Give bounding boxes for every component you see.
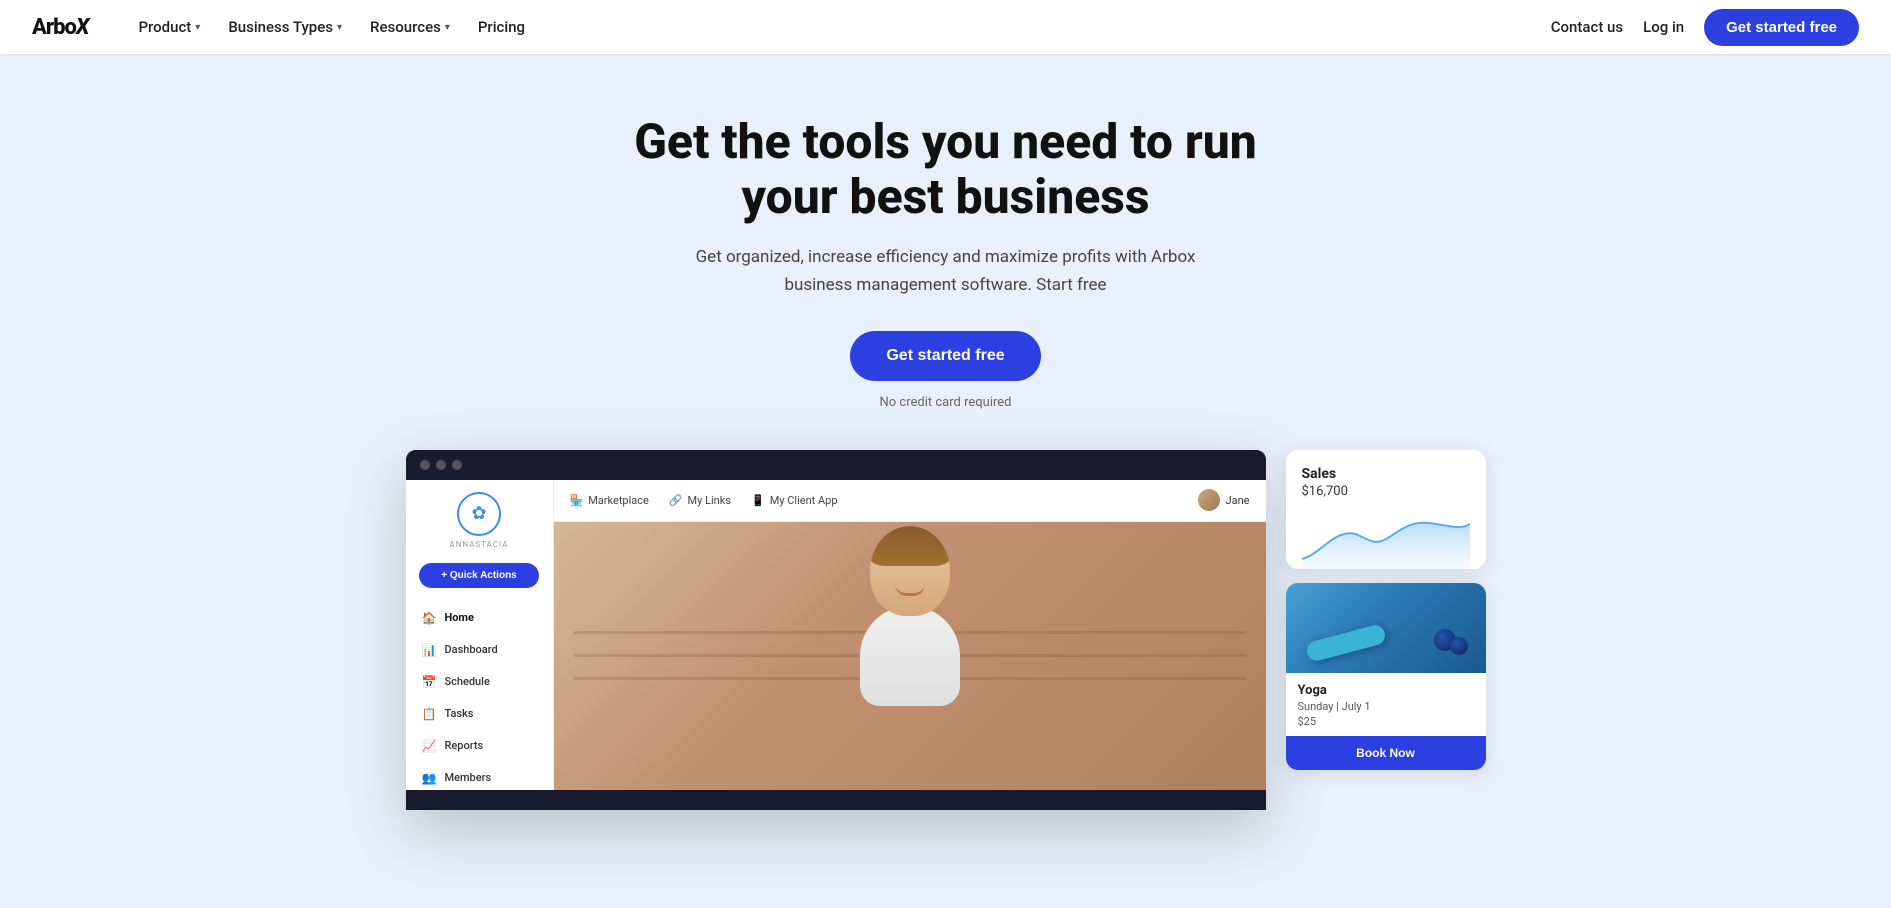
sidebar-nav: 🏠 Home 📊 Dashboard 📅 Schedule 📋 Tasks — [406, 602, 553, 794]
navbar-right: Contact us Log in Get started free — [1551, 9, 1859, 46]
sidebar-brand-name: ANNASTACIA — [450, 540, 509, 549]
hero-subtitle: Get organized, increase efficiency and m… — [686, 244, 1206, 298]
browser-dot-3 — [452, 460, 462, 470]
home-icon: 🏠 — [422, 611, 437, 625]
quick-actions-button[interactable]: + Quick Actions — [419, 563, 539, 588]
yoga-ball-2 — [1450, 637, 1468, 655]
get-started-nav-button[interactable]: Get started free — [1704, 9, 1859, 46]
yoga-info: Yoga Sunday | July 1 $25 — [1286, 673, 1486, 728]
sidebar-item-home[interactable]: 🏠 Home — [406, 602, 553, 634]
sidebar-item-schedule[interactable]: 📅 Schedule — [406, 666, 553, 698]
marketplace-icon: 🏪 — [570, 494, 584, 507]
nav-pricing[interactable]: Pricing — [468, 12, 535, 42]
login-link[interactable]: Log in — [1643, 18, 1684, 36]
navbar: ArboX Product ▾ Business Types ▾ Resourc… — [0, 0, 1891, 54]
book-now-button[interactable]: Book Now — [1286, 736, 1486, 770]
reports-icon: 📈 — [422, 739, 437, 753]
browser-dot-2 — [436, 460, 446, 470]
chevron-down-icon: ▾ — [445, 22, 450, 33]
sales-chart — [1302, 509, 1470, 569]
schedule-icon: 📅 — [422, 675, 437, 689]
mobile-icon: 📱 — [751, 494, 765, 507]
person-body — [860, 606, 960, 706]
nav-links: Product ▾ Business Types ▾ Resources ▾ P… — [128, 12, 1550, 42]
chevron-down-icon: ▾ — [195, 22, 200, 33]
app-main: 🏪 Marketplace 🔗 My Links 📱 My Client App — [554, 480, 1266, 790]
app-user[interactable]: Jane — [1198, 489, 1250, 511]
topbar-my-links[interactable]: 🔗 My Links — [669, 494, 731, 507]
sidebar-item-tasks[interactable]: 📋 Tasks — [406, 698, 553, 730]
yoga-mat — [1304, 623, 1386, 663]
logo[interactable]: ArboX — [32, 15, 88, 40]
browser-inner: ✿ ANNASTACIA + Quick Actions 🏠 Home 📊 Da… — [406, 480, 1266, 790]
browser-bar — [406, 450, 1266, 480]
sidebar-item-dashboard[interactable]: 📊 Dashboard — [406, 634, 553, 666]
link-icon: 🔗 — [669, 494, 683, 507]
sales-label: Sales — [1302, 466, 1470, 482]
avatar — [1198, 489, 1220, 511]
topbar-marketplace[interactable]: 🏪 Marketplace — [570, 494, 649, 507]
app-hero-image — [554, 522, 1266, 790]
person-smile — [895, 584, 925, 596]
chevron-down-icon: ▾ — [337, 22, 342, 33]
hero-section: Get the tools you need to run your best … — [0, 54, 1891, 410]
hero-title: Get the tools you need to run your best … — [596, 114, 1296, 224]
yoga-title: Yoga — [1298, 683, 1474, 698]
tasks-icon: 📋 — [422, 707, 437, 721]
hero-cta-button[interactable]: Get started free — [850, 331, 1040, 381]
app-sidebar: ✿ ANNASTACIA + Quick Actions 🏠 Home 📊 Da… — [406, 480, 554, 790]
sidebar-logo-icon: ✿ — [457, 492, 501, 536]
sales-amount: $16,700 — [1302, 484, 1470, 499]
yoga-image — [1286, 583, 1486, 673]
nav-business-types[interactable]: Business Types ▾ — [218, 12, 352, 42]
app-topbar-nav: 🏪 Marketplace 🔗 My Links 📱 My Client App — [570, 494, 838, 507]
contact-us-link[interactable]: Contact us — [1551, 18, 1623, 36]
yoga-price: $25 — [1298, 715, 1474, 728]
browser-mockup: ✿ ANNASTACIA + Quick Actions 🏠 Home 📊 Da… — [406, 450, 1266, 810]
topbar-client-app[interactable]: 📱 My Client App — [751, 494, 838, 507]
browser-dot-1 — [420, 460, 430, 470]
no-credit-card-text: No credit card required — [880, 395, 1012, 410]
nav-resources[interactable]: Resources ▾ — [360, 12, 460, 42]
sales-card: Sales $16,700 — [1286, 450, 1486, 569]
dashboard-icon: 📊 — [422, 643, 437, 657]
person-illustration — [830, 526, 990, 786]
demo-section: ✿ ANNASTACIA + Quick Actions 🏠 Home 📊 Da… — [296, 410, 1596, 810]
sidebar-logo-area: ✿ ANNASTACIA — [450, 492, 509, 549]
right-cards: Sales $16,700 — [1286, 450, 1486, 770]
yoga-date: Sunday | July 1 — [1298, 700, 1474, 713]
yoga-card: Yoga Sunday | July 1 $25 Book Now — [1286, 583, 1486, 770]
members-icon: 👥 — [422, 771, 437, 785]
sidebar-item-reports[interactable]: 📈 Reports — [406, 730, 553, 762]
person-hair — [870, 526, 950, 566]
person-head — [870, 526, 950, 616]
nav-product[interactable]: Product ▾ — [128, 12, 210, 42]
app-topbar: 🏪 Marketplace 🔗 My Links 📱 My Client App — [554, 480, 1266, 522]
sidebar-item-members[interactable]: 👥 Members — [406, 762, 553, 794]
